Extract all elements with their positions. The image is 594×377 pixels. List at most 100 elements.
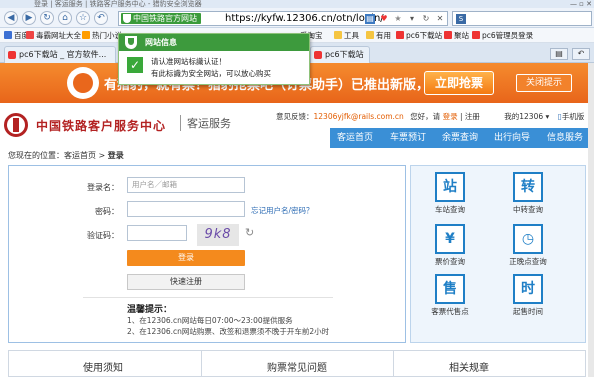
site-header: 中国铁路客户服务中心 客运服务 意见反馈：12306yjfk@rails.com… <box>0 103 594 148</box>
undo-icon[interactable]: ↶ <box>94 11 108 25</box>
tab-pc6[interactable]: pc6下载站 <box>310 46 370 63</box>
breadcrumb-sep: > <box>98 151 106 160</box>
quick-label: 客票代售点 <box>431 307 469 316</box>
refresh-captcha-icon[interactable]: ↻ <box>245 226 254 239</box>
quick-label: 起售时间 <box>513 307 543 316</box>
station-icon: 站 <box>435 172 465 202</box>
heart-icon[interactable]: ♥ <box>379 14 389 24</box>
password-input[interactable] <box>127 201 245 217</box>
nav-info[interactable]: 信息服务 <box>538 128 592 148</box>
restore-tab-icon[interactable]: ↶ <box>572 48 590 60</box>
feedback-email[interactable]: 12306yjfk@rails.com.cn <box>314 112 404 121</box>
security-badge-label: 中国铁路官方网站 <box>133 14 197 23</box>
address-bar[interactable]: 中国铁路官方网站 https://kyfw.12306.cn/otn/login… <box>118 11 448 26</box>
greeting: 您好，请 <box>410 112 441 121</box>
bookmark-pc6-admin[interactable]: pc6管理员登录 <box>472 28 533 42</box>
breadcrumb-home[interactable]: 客运首页 <box>64 151 96 160</box>
main-nav: 客运首页 车票预订 余票查询 出行向导 信息服务 <box>330 128 594 148</box>
username-label: 登录名： <box>87 183 119 192</box>
bookmark-novels[interactable]: 热门小说 <box>82 28 122 42</box>
breadcrumb-prefix: 您现在的位置： <box>8 151 64 160</box>
popup-line-2: 有此标識为安全网站，可以放心购买 <box>151 69 271 78</box>
checkmark-icon: ✓ <box>127 57 143 73</box>
quick-station-query[interactable]: 站 车站查询 <box>425 172 475 220</box>
site-info-popup: 网站信息 ✓ 请认准网站标識认证！ 有此标識为安全网站，可以放心购买 <box>118 33 310 85</box>
quick-label: 票价查询 <box>435 257 465 266</box>
forgot-password-link[interactable]: 忘记用户名/密码？ <box>251 205 314 216</box>
tab-favicon <box>8 51 16 59</box>
popup-line-1: 请认准网站标識认证！ <box>151 57 226 66</box>
bookmark-useful[interactable]: 有用 <box>366 28 391 42</box>
bookmark-star-icon[interactable]: ☆ <box>76 11 90 25</box>
dropdown-icon[interactable]: ▾ <box>407 14 417 24</box>
tab-list-icon[interactable]: ▤ <box>550 48 568 60</box>
info-tabs: 使用须知 购票常见问题 相关规章 <box>8 350 586 377</box>
favorite-star-icon[interactable]: ★ <box>393 14 403 24</box>
login-panel: 登录名： 用户名／邮箱 密码： 忘记用户名/密码？ 验证码： 9k8 ↻ 登录 … <box>8 165 406 343</box>
login-button[interactable]: 登录 <box>127 250 245 266</box>
calendar-icon: 时 <box>513 274 543 304</box>
tab-usage-notes[interactable]: 使用须知 <box>43 359 163 374</box>
search-box[interactable]: S <box>452 11 592 26</box>
login-link[interactable]: 登录 <box>443 112 458 121</box>
feedback-label: 意见反馈： <box>276 112 314 121</box>
transfer-icon: 转 <box>513 172 543 202</box>
quick-sale-time[interactable]: 时 起售时间 <box>503 274 553 322</box>
forward-icon[interactable]: ▶ <box>22 11 36 25</box>
captcha-input[interactable] <box>127 225 187 241</box>
window-title: 登录 | 客运服务 | 铁路客户服务中心 - 猎豹安全浏览器 <box>0 0 594 8</box>
site-title[interactable]: 中国铁路客户服务中心 <box>36 117 166 134</box>
top-links: 意见反馈：12306yjfk@rails.com.cn 您好，请 登录 | 注册… <box>276 112 585 121</box>
url-text[interactable]: https://kyfw.12306.cn/otn/login/ <box>225 12 384 26</box>
quick-label: 正晚点查询 <box>509 257 547 266</box>
vertical-scrollbar[interactable] <box>588 63 594 377</box>
captcha-image[interactable]: 9k8 <box>197 224 239 246</box>
nav-home[interactable]: 客运首页 <box>330 128 380 148</box>
grab-ticket-button[interactable]: 立即抢票 <box>424 71 494 95</box>
quick-transfer-query[interactable]: 转 中转查询 <box>503 172 553 220</box>
mobile-link[interactable]: 手机版 <box>562 112 585 121</box>
tab-faq[interactable]: 购票常见问题 <box>237 359 357 374</box>
nav-booking[interactable]: 车票预订 <box>382 128 434 148</box>
breadcrumb-current: 登录 <box>107 151 124 160</box>
tab-favicon <box>314 51 322 59</box>
cheetah-logo-icon <box>67 67 99 99</box>
security-badge[interactable]: 中国铁路官方网站 <box>121 13 201 24</box>
register-link[interactable]: 注册 <box>465 112 480 121</box>
site-subtitle: 客运服务 <box>180 115 231 131</box>
tip-line-1: 1、在12306.cn网站每日07:00～23:00提供服务 <box>127 316 293 325</box>
home-icon[interactable]: ⌂ <box>58 11 72 25</box>
window-controls[interactable]: — ▫ ✕ <box>570 0 592 8</box>
refresh-page-icon[interactable]: ↻ <box>421 14 431 24</box>
tip-title: 温馨提示： <box>127 305 173 315</box>
bookmark-tools[interactable]: 工具 <box>334 28 359 42</box>
back-icon[interactable]: ◀ <box>4 11 18 25</box>
quick-register-button[interactable]: 快速注册 <box>127 274 245 290</box>
shield-icon <box>123 14 131 23</box>
quick-links-panel: 站 车站查询 转 中转查询 ¥ 票价查询 ◷ 正晚点查询 售 客票代售点 时 起… <box>410 165 586 343</box>
my-account-link[interactable]: 我的12306 <box>504 112 543 121</box>
bookmark-juzhan[interactable]: 聚站 <box>444 28 469 42</box>
cert-icon[interactable]: ▤ <box>365 14 375 24</box>
username-input[interactable]: 用户名／邮箱 <box>127 177 245 193</box>
shield-icon <box>125 36 137 49</box>
quick-delay-query[interactable]: ◷ 正晚点查询 <box>503 224 553 272</box>
nav-remaining[interactable]: 余票查询 <box>434 128 486 148</box>
close-banner-button[interactable]: 关闭提示 <box>516 74 572 92</box>
stop-icon[interactable]: ✕ <box>435 14 445 24</box>
tip-line-2: 2、在12306.cn网站购票、改签和退票须不晚于开车前2小时 <box>127 327 330 336</box>
bookmark-duba[interactable]: 毒霸网址大全 <box>26 28 81 42</box>
divider <box>393 351 394 376</box>
clock-icon: ◷ <box>513 224 543 254</box>
price-icon: ¥ <box>435 224 465 254</box>
bookmark-pc6[interactable]: pc6下载站 <box>396 28 442 42</box>
china-railway-logo-icon <box>4 113 28 137</box>
quick-agency-query[interactable]: 售 客票代售点 <box>425 274 475 322</box>
quick-price-query[interactable]: ¥ 票价查询 <box>425 224 475 272</box>
nav-guide[interactable]: 出行向导 <box>486 128 538 148</box>
refresh-icon[interactable]: ↻ <box>40 11 54 25</box>
tab-pc6-official[interactable]: pc6下载站 _ 官方软件... <box>4 46 116 63</box>
tab-regulations[interactable]: 相关规章 <box>409 359 529 374</box>
search-engine-icon[interactable]: S <box>456 14 466 24</box>
popup-title: 网站信息 <box>145 38 177 47</box>
